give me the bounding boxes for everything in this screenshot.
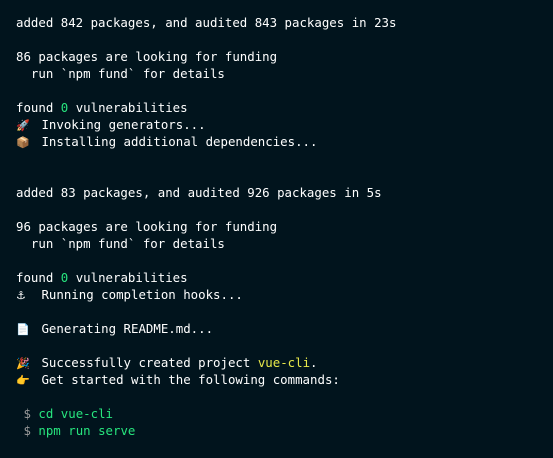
output-line-installing: 📦 Installing additional dependencies... (16, 133, 553, 150)
output-line-invoking: 🚀 Invoking generators... (16, 116, 553, 133)
output-line-funding: 86 packages are looking for funding (16, 49, 278, 64)
hooks-text: Running completion hooks... (41, 287, 243, 302)
command-line-serve[interactable]: $ npm run serve (16, 422, 553, 439)
prompt-symbol: $ (16, 423, 39, 438)
terminal-window[interactable]: added 842 packages, and audited 843 pack… (0, 0, 553, 458)
invoking-text: Invoking generators... (41, 117, 206, 132)
pointing-hand-icon: 👉 (16, 374, 30, 387)
output-line-readme: 📄 Generating README.md... (16, 320, 553, 337)
document-icon: 📄 (16, 323, 30, 336)
output-line-funding-hint: run `npm fund` for details (16, 66, 225, 81)
success-prefix: Successfully created project (41, 355, 258, 370)
output-line-vulnerabilities: found 0 vulnerabilities (16, 269, 553, 286)
command-text[interactable]: npm run serve (38, 423, 135, 438)
get-started-text: Get started with the following commands: (41, 372, 340, 387)
output-line-added: added 83 packages, and audited 926 packa… (16, 185, 382, 200)
found-suffix: vulnerabilities (68, 270, 188, 285)
installing-text: Installing additional dependencies... (41, 134, 318, 149)
found-suffix: vulnerabilities (68, 100, 188, 115)
success-suffix: . (310, 355, 318, 370)
project-name: vue-cli (257, 355, 311, 370)
output-line-get-started: 👉 Get started with the following command… (16, 371, 553, 388)
output-line-success: 🎉 Successfully created project vue-cli. (16, 354, 553, 371)
anchor-icon: ⚓ (16, 289, 26, 302)
prompt-symbol: $ (16, 406, 39, 421)
output-line-funding: 96 packages are looking for funding (16, 219, 278, 234)
rocket-icon: 🚀 (16, 119, 30, 132)
party-popper-icon: 🎉 (16, 357, 30, 370)
output-line-funding-hint: run `npm fund` for details (16, 236, 225, 251)
output-line-vulnerabilities: found 0 vulnerabilities (16, 99, 553, 116)
output-line-added: added 842 packages, and audited 843 pack… (16, 15, 397, 30)
output-line-hooks: ⚓ Running completion hooks... (16, 286, 553, 303)
found-prefix: found (16, 100, 61, 115)
readme-text: Generating README.md... (41, 321, 214, 336)
found-prefix: found (16, 270, 61, 285)
command-line-cd[interactable]: $ cd vue-cli (16, 405, 553, 422)
package-icon: 📦 (16, 136, 30, 149)
command-text[interactable]: cd vue-cli (38, 406, 113, 421)
